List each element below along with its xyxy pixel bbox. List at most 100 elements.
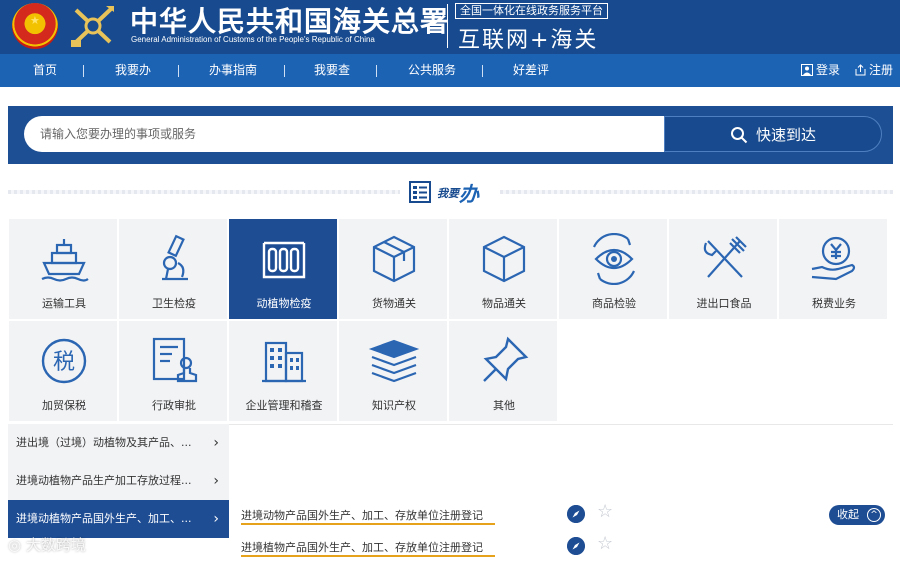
tile-label: 税费业务 bbox=[812, 297, 856, 310]
sub-item-label: 进出境（过境）动植物及其产品、... bbox=[16, 436, 192, 449]
chevron-right-icon: › bbox=[213, 473, 219, 489]
tax-icon: 税 bbox=[41, 338, 87, 384]
sub-item[interactable]: 进境动植物产品生产加工存放过程... › bbox=[8, 462, 229, 500]
microscope-icon bbox=[162, 234, 188, 281]
approval-stamp-icon bbox=[152, 337, 198, 383]
test-tubes-icon bbox=[262, 241, 306, 279]
tile-cargo-clearance[interactable]: 货物通关 bbox=[338, 218, 448, 320]
chevron-right-icon: › bbox=[213, 435, 219, 451]
yen-hand-icon bbox=[811, 236, 856, 281]
search-icon bbox=[730, 126, 748, 143]
box-icon bbox=[372, 235, 416, 283]
highlight-underline bbox=[241, 523, 495, 525]
sub-item[interactable]: 进出境（过境）动植物及其产品、... › bbox=[8, 424, 229, 462]
building-icon bbox=[262, 341, 306, 383]
nav-rating[interactable]: 好差评 bbox=[513, 54, 549, 87]
tile-label: 进出口食品 bbox=[696, 297, 752, 310]
register-link[interactable]: 注册 bbox=[855, 54, 893, 87]
nav-separator bbox=[83, 65, 84, 77]
tile-label: 其他 bbox=[493, 399, 515, 412]
site-title: 中华人民共和国海关总署 bbox=[130, 5, 450, 38]
tile-label: 企业管理和稽查 bbox=[245, 399, 323, 412]
service-row: 进境植物产品国外生产、加工、存放单位注册登记 ☆ bbox=[241, 533, 621, 561]
main-nav: 首页 我要办 办事指南 我要查 公共服务 好差评 登录 注册 bbox=[0, 54, 900, 87]
sub-item-label: 进境动植物产品生产加工存放过程... bbox=[16, 474, 192, 487]
section-divider-right bbox=[500, 190, 893, 194]
section-title: 我要办 bbox=[409, 178, 479, 206]
tile-processing-trade-bonded[interactable]: 税 加贸保税 bbox=[8, 320, 118, 422]
nav-query[interactable]: 我要查 bbox=[314, 54, 350, 87]
quick-access-label: 快速到达 bbox=[755, 125, 816, 144]
fork-knife-icon bbox=[703, 236, 747, 278]
tile-health-quarantine[interactable]: 卫生检疫 bbox=[118, 218, 228, 320]
tile-animal-plant-quarantine[interactable]: 动植物检疫 bbox=[228, 218, 338, 320]
nav-separator bbox=[178, 65, 179, 77]
watermark: ◎ 大数跨境 bbox=[8, 536, 86, 554]
tile-import-export-food[interactable]: 进出口食品 bbox=[668, 218, 778, 320]
tile-label: 货物通关 bbox=[372, 297, 416, 310]
tile-tax-fees[interactable]: 税费业务 bbox=[778, 218, 888, 320]
tile-label: 物品通关 bbox=[482, 297, 526, 310]
tile-label: 商品检验 bbox=[592, 297, 636, 310]
nav-home[interactable]: 首页 bbox=[33, 54, 57, 87]
highlight-underline bbox=[241, 555, 495, 557]
user-icon bbox=[801, 64, 813, 76]
tile-label: 运输工具 bbox=[42, 297, 86, 310]
tile-other[interactable]: 其他 bbox=[448, 320, 558, 422]
tile-label: 行政审批 bbox=[152, 399, 196, 412]
collapse-button[interactable]: 收起 ^ bbox=[829, 505, 885, 525]
favorite-star-icon[interactable]: ☆ bbox=[597, 535, 613, 553]
tile-commodity-inspection[interactable]: 商品检验 bbox=[558, 218, 668, 320]
nav-public-service[interactable]: 公共服务 bbox=[408, 54, 456, 87]
compass-icon[interactable] bbox=[567, 505, 585, 523]
nav-handle[interactable]: 我要办 bbox=[115, 54, 151, 87]
ship-icon bbox=[41, 239, 89, 282]
tile-intellectual-property[interactable]: 知识产权 bbox=[338, 320, 448, 422]
compass-icon[interactable] bbox=[567, 537, 585, 555]
service-row: 进境动物产品国外生产、加工、存放单位注册登记 ☆ bbox=[241, 501, 621, 529]
login-link[interactable]: 登录 bbox=[801, 54, 840, 87]
section-divider-left bbox=[8, 190, 400, 194]
nav-separator bbox=[284, 65, 285, 77]
tile-transport[interactable]: 运输工具 bbox=[8, 218, 118, 320]
tile-administrative-approval[interactable]: 行政审批 bbox=[118, 320, 228, 422]
search-input[interactable] bbox=[24, 116, 664, 152]
nav-separator bbox=[482, 65, 483, 77]
nav-guide[interactable]: 办事指南 bbox=[209, 54, 257, 87]
eye-inspect-icon bbox=[592, 233, 636, 285]
customs-logo-icon bbox=[71, 6, 114, 47]
service-link[interactable]: 进境动物产品国外生产、加工、存放单位注册登记 bbox=[241, 507, 483, 523]
site-header: ★ 中华人民共和国海关总署 General Administration of … bbox=[0, 0, 900, 54]
quick-access-button[interactable]: 快速到达 bbox=[664, 116, 882, 152]
service-list: 进境动物产品国外生产、加工、存放单位注册登记 ☆ 进境植物产品国外生产、加工、存… bbox=[229, 424, 893, 562]
collapse-label: 收起 bbox=[837, 508, 859, 521]
sub-item-active[interactable]: 进境动植物产品国外生产、加工、... › bbox=[8, 500, 229, 538]
tile-label: 知识产权 bbox=[372, 399, 416, 412]
chevron-up-icon: ^ bbox=[867, 508, 881, 522]
package-icon bbox=[482, 235, 526, 283]
svg-text:税: 税 bbox=[53, 350, 75, 375]
site-subtitle: General Administration of Customs of the… bbox=[131, 35, 375, 44]
section-title-big: 办 bbox=[459, 182, 479, 206]
pin-icon bbox=[483, 336, 529, 382]
service-link[interactable]: 进境植物产品国外生产、加工、存放单位注册登记 bbox=[241, 539, 483, 555]
platform-tag: 全国一体化在线政务服务平台 bbox=[455, 3, 608, 19]
chevron-right-icon: › bbox=[213, 511, 219, 527]
task-list-icon bbox=[409, 181, 431, 203]
books-icon bbox=[368, 339, 420, 383]
register-icon bbox=[855, 64, 866, 76]
nav-separator bbox=[376, 65, 377, 77]
register-label: 注册 bbox=[869, 63, 894, 77]
watermark-text: 大数跨境 bbox=[25, 536, 86, 554]
national-emblem-icon: ★ bbox=[12, 3, 58, 49]
section-title-small: 我要 bbox=[437, 187, 459, 200]
search-bar: 快速到达 bbox=[8, 106, 893, 164]
tile-goods-clearance[interactable]: 物品通关 bbox=[448, 218, 558, 320]
tile-label: 动植物检疫 bbox=[256, 297, 312, 310]
favorite-star-icon[interactable]: ☆ bbox=[597, 503, 613, 521]
tile-label: 加贸保税 bbox=[42, 399, 86, 412]
login-label: 登录 bbox=[816, 63, 841, 77]
sub-item-label: 进境动植物产品国外生产、加工、... bbox=[16, 512, 192, 525]
tile-enterprise-management[interactable]: 企业管理和稽查 bbox=[228, 320, 338, 422]
tile-label: 卫生检疫 bbox=[152, 297, 196, 310]
